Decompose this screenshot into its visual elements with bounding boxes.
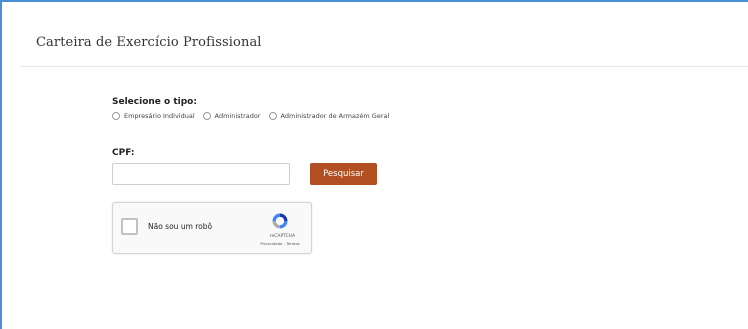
radio-option-administrador-armazem-geral[interactable]: Administrador de Armazém Geral: [268, 112, 390, 120]
recaptcha-logo-icon: [272, 213, 288, 229]
radio-label-administrador: Administrador: [214, 112, 261, 120]
recaptcha-checkbox-label: Não sou um robô: [148, 222, 213, 231]
recaptcha-widget: Não sou um robô reCAPTCHA Privacidade - …: [112, 202, 312, 254]
recaptcha-brand: reCAPTCHA: [269, 234, 296, 239]
radio-option-empresario-individual[interactable]: Empresário Individual: [112, 112, 195, 120]
recaptcha-checkbox[interactable]: [121, 218, 138, 235]
recaptcha-privacy-link[interactable]: Privacidade: [260, 241, 282, 246]
cpf-label: CPF:: [112, 148, 135, 158]
radio-label-administrador-armazem-geral: Administrador de Armazém Geral: [280, 112, 390, 120]
type-radio-group: Empresário Individual Administrador Admi…: [112, 112, 397, 120]
type-label: Selecione o tipo:: [112, 97, 197, 107]
recaptcha-links: Privacidade - Termos: [251, 241, 309, 246]
title-divider: [20, 66, 748, 67]
radio-label-empresario-individual: Empresário Individual: [124, 112, 195, 120]
recaptcha-terms-link[interactable]: Termos: [286, 241, 300, 246]
search-button[interactable]: Pesquisar: [310, 163, 377, 185]
radio-button-empresario-individual[interactable]: [112, 112, 120, 120]
radio-option-administrador[interactable]: Administrador: [202, 112, 261, 120]
radio-button-administrador[interactable]: [202, 112, 211, 120]
page-title: Carteira de Exercício Profissional: [36, 35, 262, 50]
cpf-input[interactable]: [112, 163, 290, 185]
radio-button-administrador-armazem-geral[interactable]: [268, 112, 277, 120]
